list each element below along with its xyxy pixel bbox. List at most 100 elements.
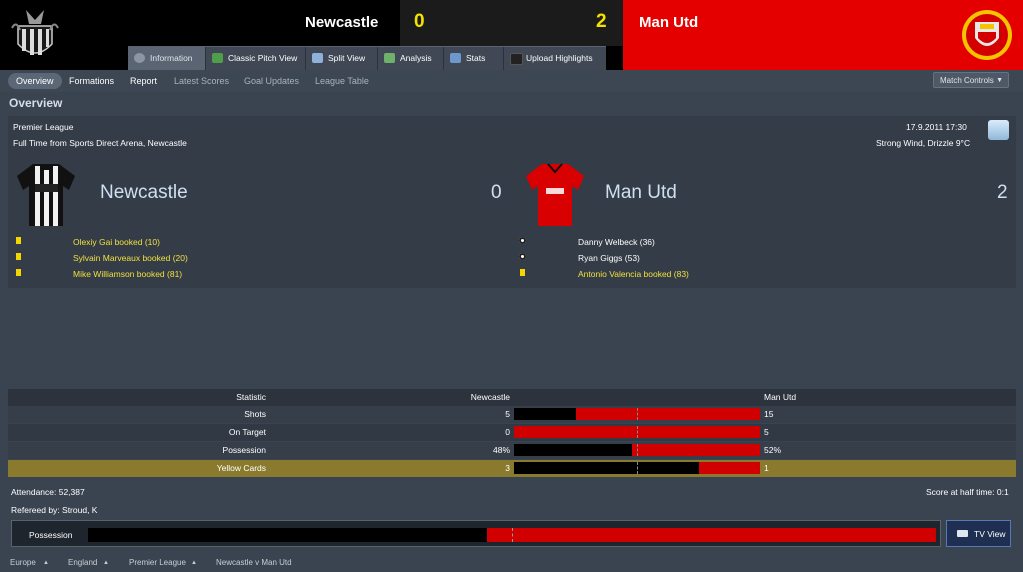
page-title: Overview bbox=[9, 96, 63, 110]
home-score: 0 bbox=[414, 11, 425, 32]
newcastle-kit-icon bbox=[17, 164, 75, 226]
breadcrumb: Europe ▲ England ▲ Premier League ▲ Newc… bbox=[0, 553, 1023, 572]
breadcrumb-item[interactable]: Europe bbox=[10, 558, 36, 567]
stat-home-value: 48% bbox=[492, 445, 510, 455]
away-event-item[interactable]: Ryan Giggs (53) bbox=[578, 253, 640, 263]
stats-icon bbox=[450, 53, 461, 63]
stat-bar bbox=[514, 444, 760, 456]
subnav-latest-scores[interactable]: Latest Scores bbox=[174, 74, 229, 88]
away-score: 2 bbox=[596, 11, 607, 32]
tab-label: Classic Pitch View bbox=[228, 53, 298, 63]
man-utd-kit-icon bbox=[526, 163, 584, 226]
yellow-card-icon bbox=[16, 269, 21, 276]
stat-away-value: 52% bbox=[764, 445, 782, 455]
chevron-up-icon[interactable]: ▲ bbox=[191, 560, 197, 566]
chevron-down-icon: ▼ bbox=[996, 77, 1003, 84]
match-controls-dropdown[interactable]: Match Controls ▼ bbox=[933, 72, 1009, 88]
goal-ball-icon bbox=[519, 237, 526, 244]
stat-row-yellow-cards: Yellow Cards 3 1 bbox=[8, 460, 1016, 477]
referee-text[interactable]: Refereed by: Stroud, K bbox=[11, 505, 97, 515]
yellow-card-icon bbox=[520, 269, 525, 276]
breadcrumb-item[interactable]: Newcastle v Man Utd bbox=[216, 558, 292, 567]
video-icon bbox=[510, 53, 523, 65]
competition-name[interactable]: Premier League bbox=[13, 122, 73, 132]
home-event-item[interactable]: Sylvain Marveaux booked (20) bbox=[73, 253, 188, 263]
home-team-name[interactable]: Newcastle bbox=[305, 14, 378, 31]
breadcrumb-item[interactable]: Premier League bbox=[129, 558, 186, 567]
analysis-icon bbox=[384, 53, 395, 63]
tab-label: Stats bbox=[466, 53, 486, 63]
weather-text: Strong Wind, Drizzle 9°C bbox=[876, 138, 971, 148]
tab-classic-pitch-view[interactable]: Classic Pitch View bbox=[206, 47, 306, 70]
stats-header-row: Statistic Newcastle Man Utd bbox=[8, 389, 1016, 406]
stat-away-value: 5 bbox=[764, 427, 769, 437]
info-icon bbox=[134, 53, 145, 63]
away-team-score: 2 bbox=[997, 182, 1008, 203]
stat-row-on-target: On Target 0 5 bbox=[8, 424, 1016, 441]
stat-home-value: 0 bbox=[505, 427, 510, 437]
chevron-up-icon[interactable]: ▲ bbox=[43, 560, 49, 566]
newcastle-crest-icon[interactable] bbox=[8, 6, 62, 64]
tab-label: Analysis bbox=[400, 53, 432, 63]
stat-label: On Target bbox=[228, 427, 266, 437]
breadcrumb-item[interactable]: England bbox=[68, 558, 97, 567]
tab-information[interactable]: Information bbox=[128, 47, 206, 70]
attendance-text: Attendance: 52,387 bbox=[11, 487, 85, 497]
away-event-item[interactable]: Antonio Valencia booked (83) bbox=[578, 269, 689, 279]
tab-split-view[interactable]: Split View bbox=[306, 47, 378, 70]
tab-label: Information bbox=[150, 53, 193, 63]
possession-bar-home-fill bbox=[88, 528, 487, 542]
stat-label: Yellow Cards bbox=[216, 463, 266, 473]
man-utd-crest-icon[interactable] bbox=[960, 8, 1014, 62]
home-event-item[interactable]: Mike Williamson booked (81) bbox=[73, 269, 182, 279]
tab-stats[interactable]: Stats bbox=[444, 47, 504, 70]
chevron-up-icon[interactable]: ▲ bbox=[103, 560, 109, 566]
stat-row-shots: Shots 5 15 bbox=[8, 406, 1016, 423]
yellow-card-icon bbox=[16, 253, 21, 260]
stat-label: Possession bbox=[222, 445, 266, 455]
stat-bar bbox=[514, 408, 760, 420]
stat-bar-home-fill bbox=[514, 444, 632, 456]
stat-away-value: 1 bbox=[764, 463, 769, 473]
stat-home-value: 3 bbox=[505, 463, 510, 473]
view-tab-bar: Information Classic Pitch View Split Vie… bbox=[128, 46, 606, 71]
tv-view-button[interactable]: TV View bbox=[946, 520, 1011, 547]
tv-icon bbox=[957, 530, 968, 537]
goal-ball-icon bbox=[519, 253, 526, 260]
subnav-formations[interactable]: Formations bbox=[69, 74, 114, 88]
half-time-score: Score at half time: 0:1 bbox=[926, 487, 1009, 497]
match-controls-label: Match Controls bbox=[940, 76, 994, 85]
tab-label: Upload Highlights bbox=[526, 53, 593, 63]
away-team-title[interactable]: Man Utd bbox=[605, 182, 677, 204]
subnav-overview[interactable]: Overview bbox=[8, 73, 62, 89]
stat-home-value: 5 bbox=[505, 409, 510, 419]
subnav-report[interactable]: Report bbox=[130, 74, 157, 88]
away-event-item[interactable]: Danny Welbeck (36) bbox=[578, 237, 655, 247]
tab-upload-highlights[interactable]: Upload Highlights bbox=[504, 47, 606, 70]
stat-bar bbox=[514, 426, 760, 438]
possession-midline bbox=[512, 528, 513, 542]
subnav-goal-updates[interactable]: Goal Updates bbox=[244, 74, 299, 88]
stats-header-away: Man Utd bbox=[764, 392, 797, 402]
match-datetime: 17.9.2011 17:30 bbox=[906, 122, 967, 132]
stat-bar-home-fill bbox=[514, 462, 699, 474]
stat-label: Shots bbox=[244, 409, 266, 419]
home-team-score: 0 bbox=[491, 182, 502, 203]
away-team-name[interactable]: Man Utd bbox=[639, 14, 698, 31]
stat-bar bbox=[514, 462, 760, 474]
tv-view-label: TV View bbox=[974, 529, 1006, 539]
stats-header-label: Statistic bbox=[236, 392, 266, 402]
home-event-item[interactable]: Olexiy Gai booked (10) bbox=[73, 237, 160, 247]
result-text: Full Time from Sports Direct Arena, Newc… bbox=[13, 138, 187, 148]
weather-icon bbox=[988, 120, 1009, 140]
split-view-icon bbox=[312, 53, 323, 63]
stat-bar-home-fill bbox=[514, 408, 576, 420]
subnav-league-table[interactable]: League Table bbox=[315, 74, 369, 88]
home-team-title[interactable]: Newcastle bbox=[100, 182, 188, 204]
stats-header-home: Newcastle bbox=[470, 392, 510, 402]
yellow-card-icon bbox=[16, 237, 21, 244]
stat-row-possession: Possession 48% 52% bbox=[8, 442, 1016, 459]
score-box bbox=[400, 0, 623, 46]
tab-label: Split View bbox=[328, 53, 366, 63]
tab-analysis[interactable]: Analysis bbox=[378, 47, 444, 70]
